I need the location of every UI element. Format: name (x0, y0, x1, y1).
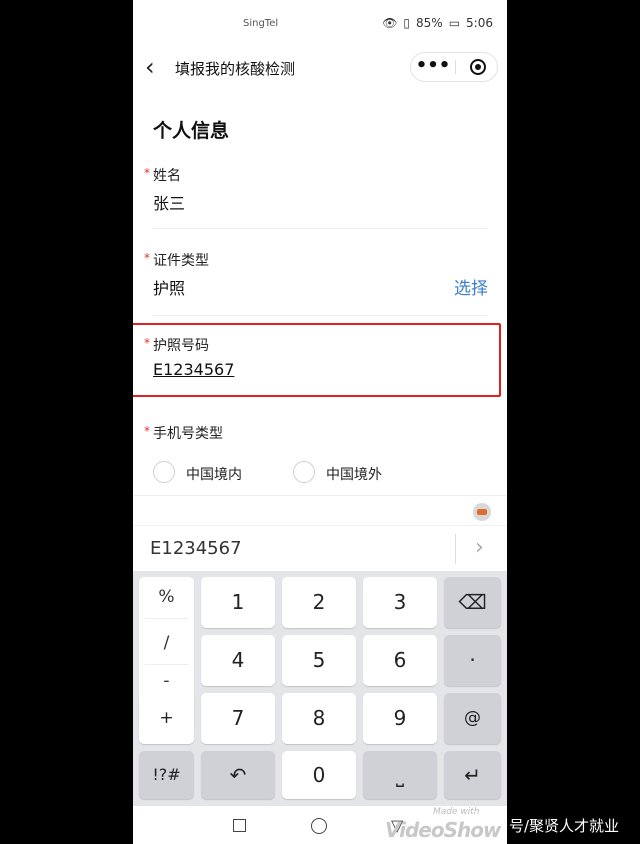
name-value[interactable]: 张三 (153, 190, 185, 214)
battery-icon: ▭ (448, 16, 461, 30)
name-field[interactable]: * 姓名 张三 (133, 160, 507, 230)
key-5[interactable]: 5 (282, 635, 356, 686)
home-icon[interactable] (311, 818, 327, 834)
key-4[interactable]: 4 (201, 635, 275, 686)
key-8[interactable]: 8 (282, 693, 356, 744)
key-2[interactable]: 2 (282, 577, 356, 628)
required-mark: * (144, 424, 150, 438)
radio-domestic-label[interactable]: 中国境内 (186, 464, 242, 484)
key-1[interactable]: 1 (201, 577, 275, 628)
carrier-name: SingTel (243, 18, 279, 29)
key-symbols[interactable]: !?# (139, 751, 194, 799)
divider (145, 664, 188, 665)
key-slash[interactable]: / (139, 633, 194, 653)
key-9[interactable]: 9 (363, 693, 437, 744)
eye-icon: 👁 (382, 16, 398, 30)
candidate-divider (455, 534, 456, 564)
key-6[interactable]: 6 (363, 635, 437, 686)
divider (145, 618, 188, 619)
id-type-label: 证件类型 (153, 253, 209, 269)
enter-icon[interactable]: ↵ (444, 751, 501, 799)
keyboard-toolbar (133, 495, 507, 526)
numeric-keyboard: % / - + 1 2 3 ⌫ 4 5 6 · 7 8 9 @ !?# ↶ 0 … (133, 571, 507, 806)
capsule-divider (455, 60, 456, 74)
undo-icon[interactable]: ↶ (201, 751, 275, 799)
key-dot[interactable]: · (444, 635, 501, 686)
highlight-box (133, 323, 501, 397)
key-3[interactable]: 3 (363, 577, 437, 628)
recent-apps-icon[interactable] (233, 819, 246, 832)
divider (153, 315, 487, 316)
key-percent[interactable]: % (139, 587, 194, 607)
phone-type-label: 手机号类型 (153, 426, 223, 442)
section-title: 个人信息 (153, 120, 230, 142)
keyboard-logo-icon[interactable] (473, 503, 491, 521)
page-title: 填报我的核酸检测 (175, 60, 296, 78)
key-plus[interactable]: + (139, 693, 194, 744)
space-icon[interactable]: ⎵ (363, 751, 437, 799)
id-type-value: 护照 (153, 279, 186, 298)
backspace-icon[interactable]: ⌫ (444, 577, 501, 628)
back-icon[interactable]: ‹ (145, 54, 155, 80)
miniprogram-capsule: ••• (410, 52, 498, 82)
watermark-made-with: Made with (433, 807, 480, 817)
phone-screen: SingTel 👁 ▯ 85% ▭ 5:06 ‹ 填报我的核酸检测 ••• 个人… (133, 0, 507, 844)
key-0[interactable]: 0 (282, 751, 356, 799)
close-target-icon[interactable] (470, 59, 486, 75)
vibrate-icon: ▯ (403, 16, 411, 30)
name-label: 姓名 (153, 168, 181, 184)
watermark-brand: VideoShow (385, 818, 501, 842)
keyboard-input-preview: E1234567 (150, 538, 242, 559)
videoshow-watermark: Made with VideoShow (385, 806, 505, 844)
radio-domestic[interactable] (153, 461, 175, 483)
select-button[interactable]: 选择 (454, 274, 488, 299)
more-icon[interactable]: ••• (411, 53, 455, 81)
battery-percent: 85% (416, 16, 443, 30)
keyboard-candidate-bar: E1234567 › (133, 525, 507, 572)
key-minus[interactable]: - (139, 671, 194, 691)
phone-type-field: * 手机号类型 中国境内 中国境外 (133, 418, 507, 494)
required-mark: * (144, 166, 150, 180)
clock: 5:06 (466, 16, 493, 30)
nav-bar: ‹ 填报我的核酸检测 ••• (133, 48, 507, 88)
key-at[interactable]: @ (444, 693, 501, 744)
required-mark: * (144, 251, 150, 265)
id-type-field[interactable]: * 证件类型 护照 选择 (133, 245, 507, 317)
radio-overseas[interactable] (293, 461, 315, 483)
status-right: 👁 ▯ 85% ▭ 5:06 (382, 16, 493, 30)
chevron-right-icon[interactable]: › (475, 535, 484, 560)
divider (153, 228, 487, 229)
status-bar: SingTel 👁 ▯ 85% ▭ 5:06 (133, 0, 507, 48)
radio-overseas-label[interactable]: 中国境外 (326, 464, 382, 484)
key-7[interactable]: 7 (201, 693, 275, 744)
caption-text: 号/聚贤人才就业 (509, 817, 620, 835)
